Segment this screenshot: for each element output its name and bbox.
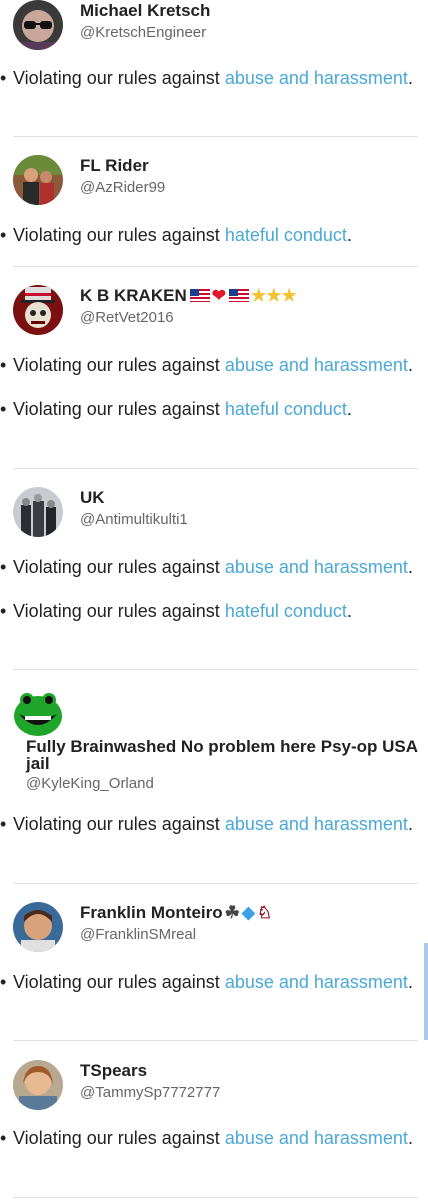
- divider: [13, 669, 418, 670]
- user-handle[interactable]: @FranklinSMreal: [80, 926, 196, 943]
- violation-item: • Violating our rules against abuse and h…: [0, 972, 413, 992]
- rule-link[interactable]: hateful conduct: [225, 225, 347, 245]
- display-name[interactable]: K B KRAKEN ❤ ★★★: [80, 286, 297, 306]
- heart-icon: ❤: [211, 286, 226, 305]
- account-entry: TSpears @TammySp7772777 • Violating our r…: [0, 1060, 418, 1152]
- rule-link[interactable]: abuse and harassment: [225, 68, 408, 88]
- gem-icon: ◆: [241, 903, 255, 922]
- avatar[interactable]: [13, 487, 63, 537]
- avatar[interactable]: [13, 1060, 63, 1110]
- user-handle[interactable]: @KretschEngineer: [80, 24, 206, 41]
- rule-link[interactable]: abuse and harassment: [225, 1128, 408, 1148]
- violation-item: • Violating our rules against abuse and h…: [0, 355, 413, 375]
- display-name[interactable]: TSpears: [80, 1061, 147, 1081]
- violation-item: • Violating our rules against abuse and h…: [0, 68, 413, 88]
- user-handle[interactable]: @TammySp7772777: [80, 1084, 220, 1101]
- stars-icon: ★★★: [250, 286, 297, 305]
- divider: [13, 1197, 418, 1198]
- wizard-icon: ☘: [224, 903, 240, 922]
- us-flag-icon: [228, 289, 249, 302]
- divider: [13, 468, 418, 469]
- display-name[interactable]: Michael Kretsch: [80, 1, 210, 21]
- violation-item: • Violating our rules against hateful con…: [0, 399, 352, 419]
- user-handle[interactable]: @KyleKing_Orland: [26, 775, 154, 792]
- display-name[interactable]: Franklin Monteiro ☘ ◆ ♘: [80, 903, 272, 923]
- avatar[interactable]: [13, 688, 63, 738]
- violation-item: • Violating our rules against abuse and h…: [0, 814, 413, 834]
- display-name[interactable]: UK: [80, 488, 105, 508]
- violation-item: • Violating our rules against abuse and h…: [0, 557, 413, 577]
- divider: [13, 1040, 418, 1041]
- violation-item: • Violating our rules against hateful con…: [0, 225, 352, 245]
- avatar[interactable]: [13, 0, 63, 50]
- violation-item: • Violating our rules against abuse and h…: [0, 1128, 413, 1148]
- rule-link[interactable]: abuse and harassment: [225, 355, 408, 375]
- avatar[interactable]: [13, 155, 63, 205]
- user-handle[interactable]: @RetVet2016: [80, 309, 174, 326]
- divider: [13, 136, 418, 137]
- divider: [13, 266, 418, 267]
- account-entry: UK @Antimultikulti1 • Violating our rules…: [0, 487, 418, 625]
- rule-link[interactable]: abuse and harassment: [225, 814, 408, 834]
- account-entry: K B KRAKEN ❤ ★★★ @RetVet2016 • Violating ou…: [0, 285, 418, 423]
- rule-link[interactable]: hateful conduct: [225, 601, 347, 621]
- us-flag-icon: [189, 289, 210, 302]
- account-entry: FL Rider @AzRider99 • Violating our rules…: [0, 155, 418, 249]
- avatar[interactable]: [13, 902, 63, 952]
- account-entry: Franklin Monteiro ☘ ◆ ♘ @FranklinSMreal • Vi…: [0, 902, 418, 996]
- divider: [13, 883, 418, 884]
- rule-link[interactable]: abuse and harassment: [225, 972, 408, 992]
- rule-link[interactable]: hateful conduct: [225, 399, 347, 419]
- user-handle[interactable]: @Antimultikulti1: [80, 511, 188, 528]
- display-name[interactable]: FL Rider: [80, 156, 149, 176]
- violation-item: • Violating our rules against hateful con…: [0, 601, 352, 621]
- scrollbar[interactable]: [424, 943, 428, 1040]
- user-handle[interactable]: @AzRider99: [80, 179, 165, 196]
- avatar[interactable]: [13, 285, 63, 335]
- wine-glass-icon: ♘: [256, 903, 273, 922]
- account-entry: Michael Kretsch @KretschEngineer • Violat…: [0, 0, 418, 92]
- display-name[interactable]: Fully Brainwashed No problem here Psy-op…: [26, 738, 422, 772]
- rule-link[interactable]: abuse and harassment: [225, 557, 408, 577]
